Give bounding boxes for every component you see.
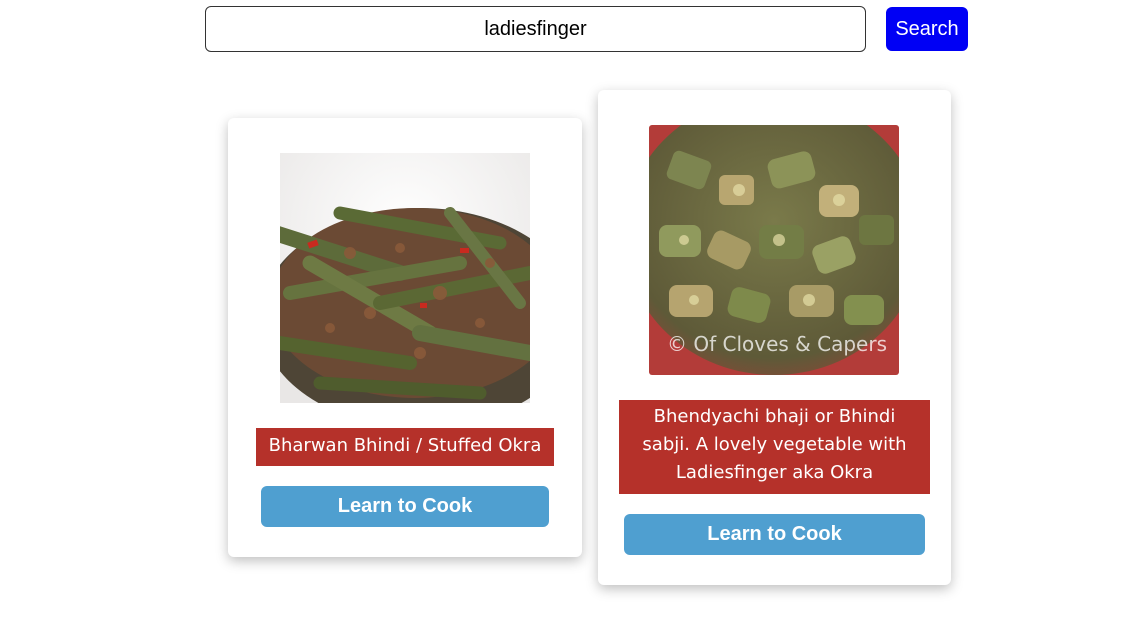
recipe-image-stuffed-okra	[280, 153, 530, 403]
image-watermark: © Of Cloves & Capers	[667, 332, 887, 356]
recipe-card: Bharwan Bhindi / Stuffed Okra Learn to C…	[228, 118, 582, 557]
search-button[interactable]: Search	[886, 7, 968, 51]
learn-to-cook-button[interactable]: Learn to Cook	[261, 486, 549, 527]
recipe-image-bhendi-bhaji: © Of Cloves & Capers	[649, 125, 899, 375]
recipe-title: Bharwan Bhindi / Stuffed Okra	[256, 428, 554, 466]
learn-to-cook-button[interactable]: Learn to Cook	[624, 514, 925, 555]
recipe-card: © Of Cloves & Capers Bhendyachi bhaji or…	[598, 90, 951, 585]
recipe-title: Bhendyachi bhaji or Bhindi sabji. A love…	[619, 400, 930, 494]
search-input[interactable]	[205, 6, 866, 52]
